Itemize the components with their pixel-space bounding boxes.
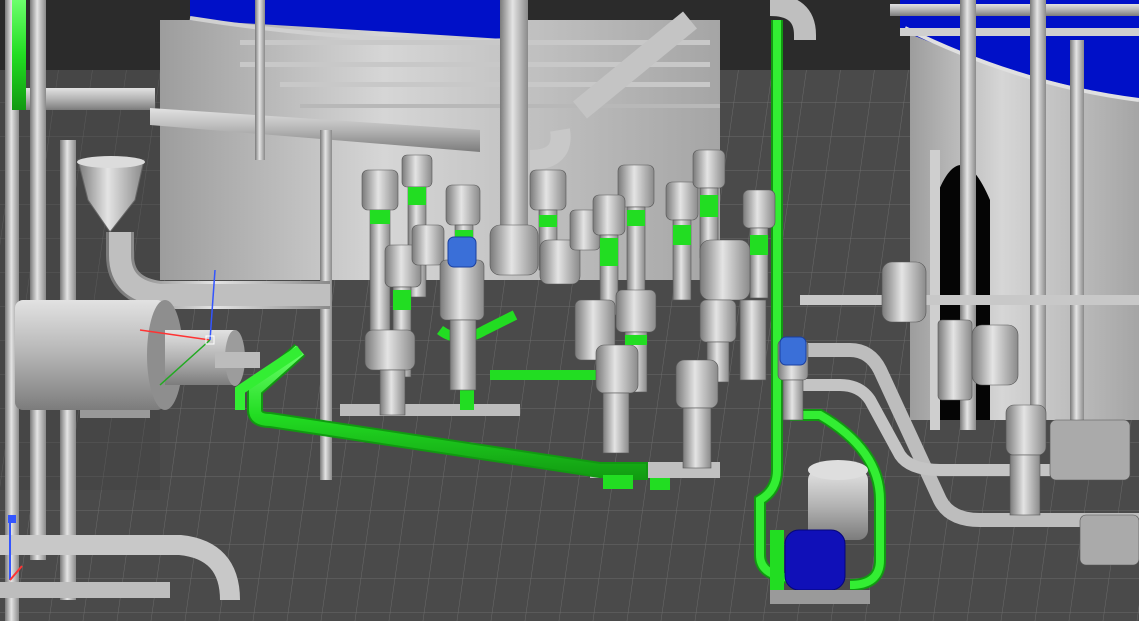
top-rail-right — [890, 4, 1139, 16]
column-right-3 — [1070, 40, 1084, 420]
top-rail-right-2 — [900, 28, 1139, 36]
column-mid-1 — [255, 0, 265, 160]
horizontal-vessel — [15, 300, 165, 410]
column-top-green — [12, 0, 26, 110]
grating-rail-3 — [280, 82, 710, 87]
pump-motor-blue — [784, 529, 846, 591]
column-mid-3 — [500, 0, 528, 230]
actuator-cap-blue-2 — [779, 336, 807, 366]
grating-rail-1 — [240, 40, 710, 45]
plant-model-scene[interactable] — [0, 0, 1139, 621]
column-left-2 — [30, 0, 46, 560]
cad-3d-viewport[interactable] — [0, 0, 1139, 621]
tank-fluid-top-center — [190, 0, 520, 18]
actuator-cap-blue-1 — [447, 236, 477, 268]
column-right-2 — [1030, 0, 1046, 440]
overhead-beam — [5, 88, 155, 110]
